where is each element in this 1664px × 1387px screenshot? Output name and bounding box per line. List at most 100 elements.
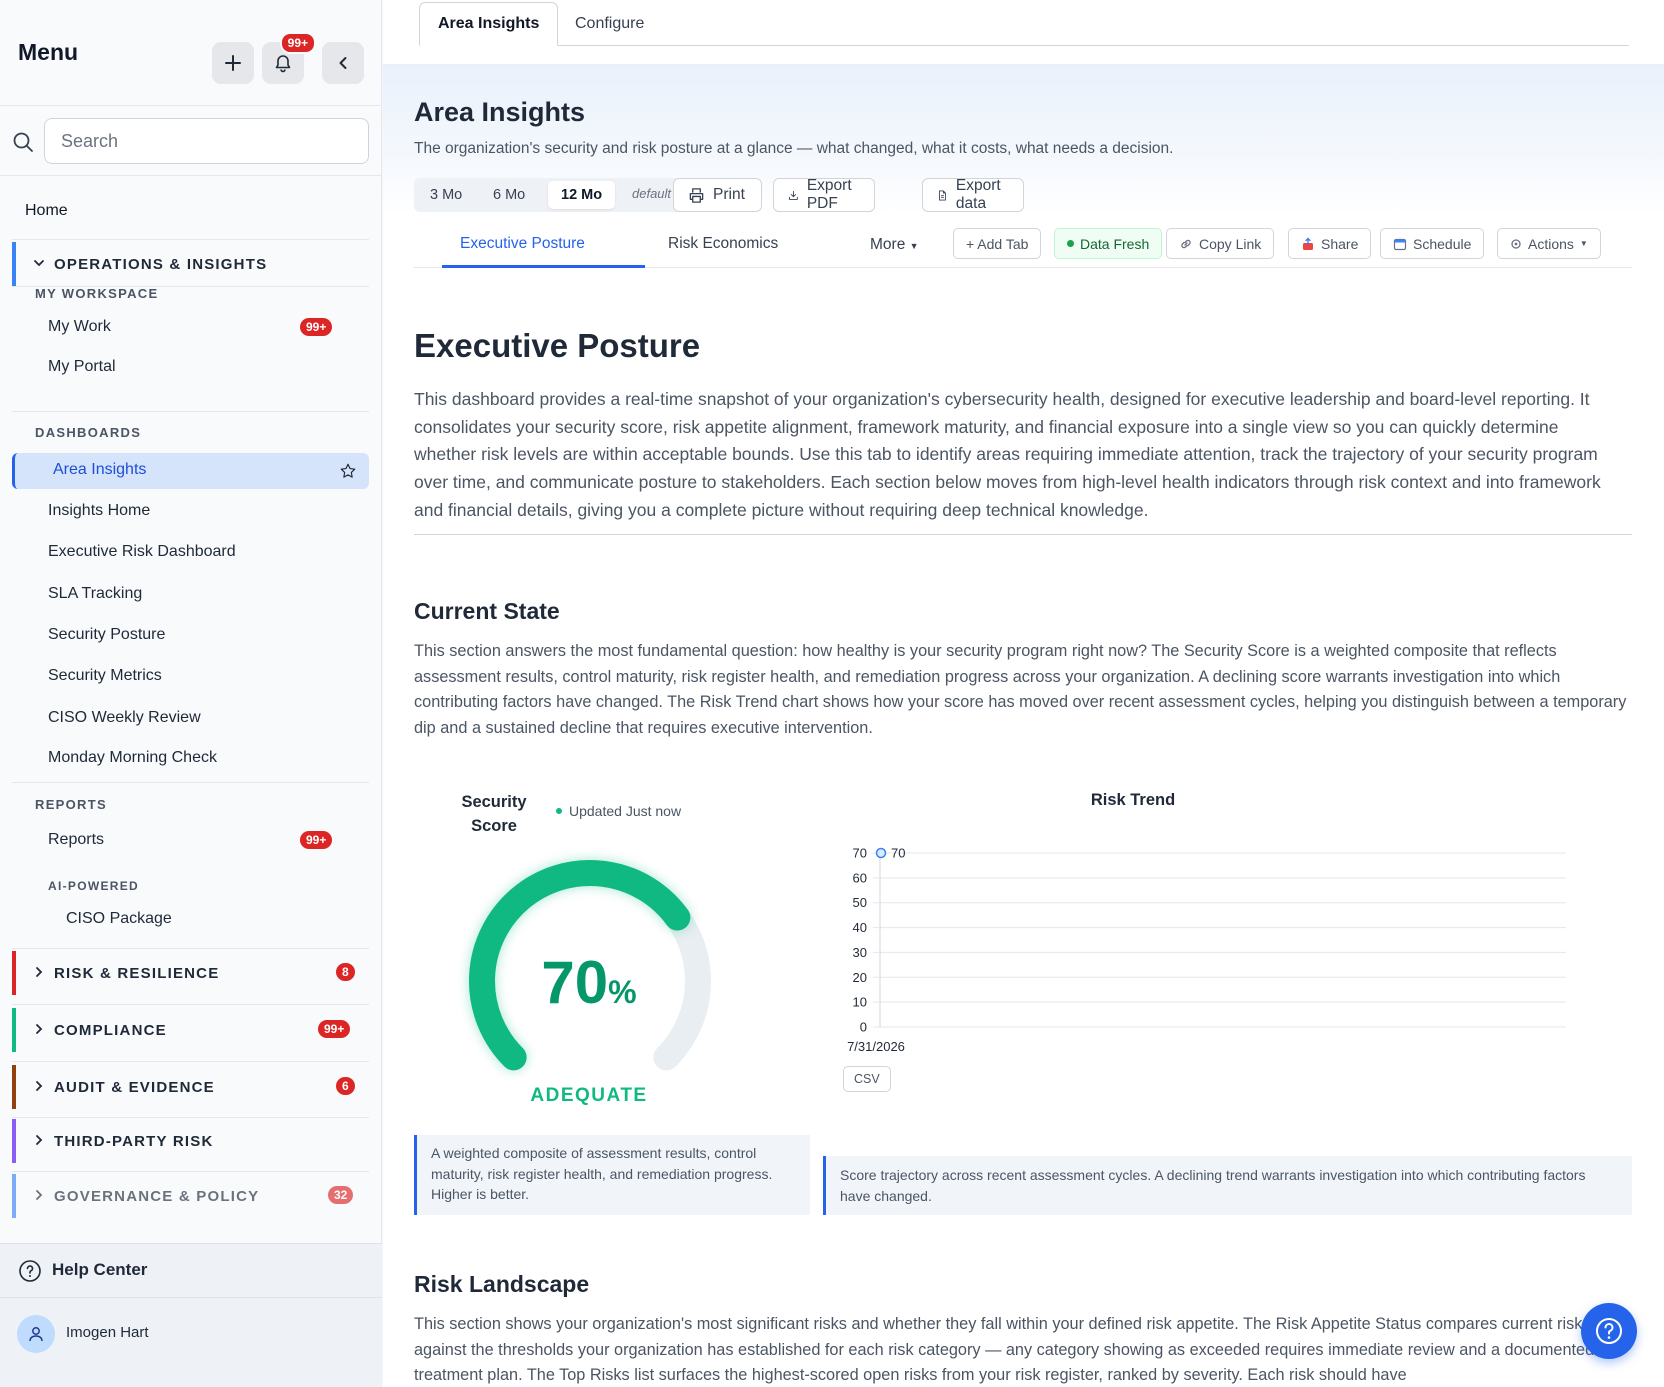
y-tick-label: 50 (853, 895, 867, 910)
group-third-party-risk[interactable]: THIRD-PARTY RISK (12, 1119, 369, 1163)
chevron-left-icon (339, 57, 347, 69)
section-reports: REPORTS (35, 797, 107, 812)
top-tabs: Area Insights Configure (383, 0, 1664, 46)
security-score-value: 70% (484, 948, 694, 1017)
sidebar-item-security-posture[interactable]: Security Posture (48, 626, 165, 644)
y-tick-label: 40 (853, 920, 867, 935)
user-name: Imogen Hart (66, 1324, 149, 1341)
help-fab-button[interactable] (1581, 1303, 1637, 1359)
y-tick-label: 0 (860, 1020, 867, 1035)
sidebar-item-insights-home[interactable]: Insights Home (48, 502, 150, 520)
sidebar-item-reports[interactable]: Reports (48, 831, 104, 849)
sidebar: Menu 99+ Home OPERATIONS & INSIGHTS MY W… (0, 0, 382, 1387)
csv-download-button[interactable]: CSV (843, 1066, 891, 1092)
sidebar-item-area-insights[interactable]: Area Insights (12, 453, 369, 489)
export-data-button[interactable]: Export data (922, 177, 1024, 212)
star-icon[interactable] (339, 462, 357, 480)
range-12mo-button[interactable]: 12 Mo (548, 181, 616, 209)
actions-dropdown[interactable]: Actions ▼ (1497, 228, 1601, 259)
reports-badge: 99+ (300, 831, 333, 849)
add-tab-button[interactable]: + Add Tab (953, 228, 1042, 259)
share-label: Share (1321, 235, 1359, 252)
my-work-badge: 99+ (300, 318, 333, 336)
notification-badge: 99+ (279, 32, 316, 54)
group-governance-policy[interactable]: GOVERNANCE & POLICY 32 (12, 1174, 369, 1218)
more-label: More (870, 236, 906, 253)
data-label: 70 (891, 846, 905, 861)
user-profile[interactable]: Imogen Hart (0, 1297, 382, 1387)
sidebar-item-executive-risk-dashboard[interactable]: Executive Risk Dashboard (48, 543, 236, 561)
plus-icon (225, 55, 241, 71)
sidebar-item-home[interactable]: Home (25, 202, 68, 220)
group-risk-resilience[interactable]: RISK & RESILIENCE 8 (12, 951, 369, 995)
risk-landscape-heading: Risk Landscape (414, 1271, 590, 1297)
chevron-right-icon (36, 1024, 43, 1034)
print-button[interactable]: Print (673, 178, 762, 212)
copy-link-button[interactable]: Copy Link (1166, 228, 1275, 259)
group-operations-insights[interactable]: OPERATIONS & INSIGHTS (12, 242, 369, 286)
group-badge: 32 (328, 1186, 354, 1204)
sidebar-item-my-work[interactable]: My Work (48, 318, 111, 336)
sidebar-item-monday-morning-check[interactable]: Monday Morning Check (48, 749, 217, 767)
export-pdf-button[interactable]: Export PDF (773, 177, 875, 212)
sidebar-item-ciso-package[interactable]: CISO Package (66, 910, 172, 928)
sidebar-item-label: Area Insights (53, 461, 147, 478)
default-label: default (632, 186, 672, 201)
sidebar-item-ciso-weekly-review[interactable]: CISO Weekly Review (48, 709, 201, 727)
score-unit: % (608, 974, 637, 1010)
tab-area-insights[interactable]: Area Insights (419, 2, 559, 46)
help-center-link[interactable]: Help Center (0, 1243, 382, 1297)
sidebar-item-sla-tracking[interactable]: SLA Tracking (48, 585, 142, 603)
group-color-bar (12, 1174, 16, 1218)
chevron-right-icon (36, 1135, 43, 1145)
search-input[interactable] (44, 118, 369, 164)
help-circle-icon (19, 1260, 41, 1282)
group-compliance[interactable]: COMPLIANCE 99+ (12, 1008, 369, 1052)
executive-posture-description: This dashboard provides a real-time snap… (414, 389, 1601, 520)
tab-executive-posture[interactable]: Executive Posture (460, 235, 585, 253)
current-state-description: This section answers the most fundamenta… (414, 642, 1627, 737)
group-audit-evidence[interactable]: AUDIT & EVIDENCE 6 (12, 1065, 369, 1109)
printer-icon (689, 187, 704, 203)
document-icon (938, 190, 946, 200)
range-6mo-button[interactable]: 6 Mo (480, 181, 538, 209)
page-subtitle: The organization's security and risk pos… (414, 140, 1174, 157)
score-number: 70 (541, 949, 609, 1016)
divider (12, 948, 369, 949)
dashboard-tabs: Executive Posture Risk Economics More ▼ … (414, 221, 1632, 268)
schedule-button[interactable]: Schedule (1380, 228, 1485, 259)
group-color-bar (12, 1008, 16, 1052)
notifications-button[interactable]: 99+ (262, 32, 316, 84)
collapse-sidebar-button[interactable] (322, 42, 364, 84)
group-color-bar (12, 951, 16, 995)
range-3mo-button[interactable]: 3 Mo (417, 181, 475, 209)
y-tick-label: 30 (853, 945, 867, 960)
data-fresh-badge: Data Fresh (1054, 228, 1163, 259)
share-button[interactable]: Share (1288, 228, 1372, 259)
calendar-icon (1393, 238, 1407, 250)
print-label: Print (713, 186, 745, 203)
divider (12, 782, 369, 783)
status-dot-icon (556, 808, 562, 814)
tab-more-dropdown[interactable]: More ▼ (870, 236, 919, 254)
security-score-title: Security Score (461, 793, 527, 835)
y-tick-label: 20 (853, 970, 867, 985)
section-my-workspace: MY WORKSPACE (35, 286, 159, 301)
chevron-right-icon (36, 1190, 43, 1200)
group-label: GOVERNANCE & POLICY (54, 1188, 260, 1205)
y-tick-label: 60 (853, 870, 867, 885)
tab-configure[interactable]: Configure (557, 2, 662, 46)
tab-risk-economics[interactable]: Risk Economics (668, 235, 778, 253)
sidebar-item-security-metrics[interactable]: Security Metrics (48, 667, 162, 685)
schedule-label: Schedule (1413, 235, 1472, 252)
risk-trend-note: Score trajectory across recent assessmen… (823, 1156, 1632, 1215)
export-pdf-label: Export PDF (806, 177, 852, 212)
share-icon (1303, 237, 1313, 250)
group-color-bar (12, 242, 16, 286)
copy-link-label: Copy Link (1199, 235, 1262, 252)
caret-down-icon: ▼ (1579, 239, 1588, 248)
sidebar-item-my-portal[interactable]: My Portal (48, 358, 116, 376)
add-button[interactable] (212, 42, 254, 84)
current-state-heading: Current State (414, 598, 560, 624)
divider (12, 1117, 369, 1118)
